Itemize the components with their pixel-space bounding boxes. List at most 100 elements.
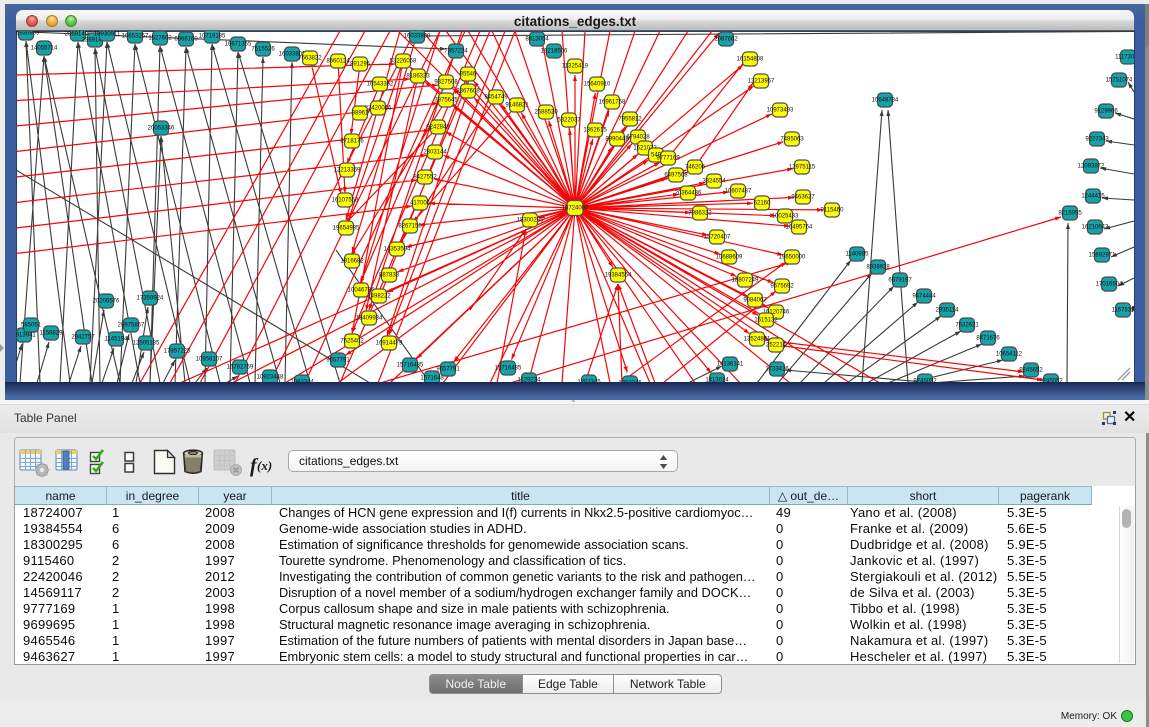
svg-text:6679197: 6679197 — [888, 278, 912, 284]
svg-text:9084067: 9084067 — [743, 298, 767, 304]
svg-text:2367608: 2367608 — [456, 89, 480, 95]
svg-text:2718176: 2718176 — [340, 139, 364, 145]
svg-text:9657791: 9657791 — [436, 367, 460, 373]
svg-text:7986322: 7986322 — [688, 211, 712, 217]
svg-text:1140995: 1140995 — [846, 252, 870, 258]
svg-text:1145194: 1145194 — [105, 337, 129, 343]
svg-text:8186323: 8186323 — [406, 74, 430, 80]
svg-text:20364436: 20364436 — [675, 191, 702, 197]
svg-text:1498222: 1498222 — [367, 294, 391, 300]
svg-text:7625402: 7625402 — [340, 339, 364, 345]
svg-text:7955812: 7955812 — [618, 117, 642, 123]
svg-text:18300295: 18300295 — [517, 218, 544, 224]
svg-text:1615132: 1615132 — [754, 318, 778, 324]
svg-text:1527602: 1527602 — [148, 36, 172, 42]
svg-text:891295: 891295 — [350, 62, 371, 68]
svg-text:9777169: 9777169 — [656, 156, 680, 162]
svg-text:16930909: 16930909 — [16, 31, 40, 37]
svg-text:8471676: 8471676 — [976, 336, 1000, 342]
svg-text:6966160: 6966160 — [174, 37, 198, 43]
svg-text:(x): (x) — [257, 458, 272, 473]
svg-text:7632621: 7632621 — [955, 323, 979, 329]
svg-text:8267150: 8267150 — [398, 224, 422, 230]
svg-text:62160: 62160 — [754, 201, 771, 207]
svg-text:15720407: 15720407 — [704, 235, 731, 241]
svg-text:16154808: 16154808 — [737, 57, 764, 63]
svg-text:1292345: 1292345 — [618, 381, 642, 383]
svg-text:7485063: 7485063 — [780, 137, 804, 143]
svg-text:14353594: 14353594 — [384, 247, 411, 253]
svg-text:12093872: 12093872 — [1078, 164, 1105, 170]
svg-text:6794028: 6794028 — [626, 135, 650, 141]
svg-text:887833: 887833 — [379, 273, 400, 279]
svg-text:10648784: 10648784 — [872, 98, 899, 104]
svg-text:22420046: 22420046 — [365, 106, 392, 112]
svg-text:9463627: 9463627 — [791, 195, 815, 201]
svg-text:12213967: 12213967 — [748, 79, 775, 85]
svg-text:10025433: 10025433 — [772, 214, 799, 220]
svg-text:2087662: 2087662 — [714, 37, 738, 43]
svg-text:1167539: 1167539 — [1112, 308, 1134, 314]
svg-text:12975115: 12975115 — [789, 165, 816, 171]
svg-text:746206: 746206 — [685, 165, 706, 171]
svg-text:2803144: 2803144 — [423, 150, 447, 156]
svg-text:16495764: 16495764 — [786, 225, 813, 231]
svg-text:9245652: 9245652 — [1019, 368, 1043, 374]
svg-text:10688609: 10688609 — [716, 255, 743, 261]
svg-text:417004: 417004 — [410, 201, 431, 207]
svg-text:1156829: 1156829 — [40, 331, 64, 337]
svg-text:16543362: 16543362 — [367, 82, 394, 88]
svg-text:16107553: 16107553 — [332, 198, 359, 204]
svg-text:19218506: 19218506 — [541, 49, 568, 55]
svg-text:19654985: 19654985 — [333, 226, 360, 232]
svg-text:20053346: 20053346 — [148, 126, 175, 132]
svg-text:10923448: 10923448 — [257, 375, 284, 381]
svg-text:8660124: 8660124 — [326, 59, 350, 65]
svg-text:16782759: 16782759 — [227, 365, 254, 371]
svg-text:1244415: 1244415 — [1081, 194, 1105, 200]
svg-text:9327508: 9327508 — [434, 80, 458, 86]
svg-text:5322037: 5322037 — [557, 118, 581, 124]
svg-text:11325419: 11325419 — [562, 64, 589, 70]
svg-text:9129966: 9129966 — [1094, 109, 1118, 115]
svg-text:252214: 252214 — [766, 343, 787, 349]
svg-text:16914479: 16914479 — [376, 341, 403, 347]
svg-text:7357224: 7357224 — [444, 49, 468, 55]
svg-text:20975867: 20975867 — [118, 323, 145, 329]
svg-text:17957225: 17957225 — [164, 349, 191, 355]
svg-text:6497568: 6497568 — [664, 173, 688, 179]
svg-text:15716485: 15716485 — [397, 363, 424, 369]
svg-text:1362615: 1362615 — [583, 128, 607, 134]
svg-text:8427552: 8427552 — [413, 175, 437, 181]
svg-text:19384554: 19384554 — [605, 273, 632, 279]
svg-text:9474444: 9474444 — [912, 294, 936, 300]
svg-text:1571648: 1571648 — [420, 376, 444, 382]
svg-text:9227343: 9227343 — [1085, 137, 1109, 143]
svg-text:15751074: 15751074 — [1106, 78, 1133, 84]
svg-text:9245052: 9245052 — [1039, 379, 1063, 383]
svg-text:3824554: 3824554 — [702, 179, 726, 185]
svg-text:8938928: 8938928 — [866, 265, 890, 271]
svg-text:9146821: 9146821 — [505, 103, 529, 109]
svg-text:19650000: 19650000 — [779, 255, 806, 261]
svg-text:9115460: 9115460 — [821, 208, 845, 214]
svg-text:15692971: 15692971 — [1089, 253, 1116, 259]
svg-text:18724007: 18724007 — [562, 206, 589, 212]
svg-text:1413614: 1413614 — [705, 378, 729, 383]
svg-text:10607487: 10607487 — [725, 189, 752, 195]
svg-text:8813054: 8813054 — [525, 37, 549, 43]
svg-text:16033809: 16033809 — [404, 34, 431, 40]
svg-text:10973493: 10973493 — [767, 108, 794, 114]
svg-text:17016504: 17016504 — [1096, 282, 1123, 288]
svg-text:1092344: 1092344 — [290, 380, 314, 383]
svg-text:2935114: 2935114 — [936, 308, 960, 314]
svg-text:2942757: 2942757 — [71, 335, 95, 341]
svg-text:15716485: 15716485 — [495, 366, 522, 372]
svg-text:3875645: 3875645 — [434, 98, 458, 104]
svg-text:8454749: 8454749 — [484, 95, 508, 101]
svg-text:95546: 95546 — [460, 72, 477, 78]
svg-text:7515526: 7515526 — [251, 47, 275, 53]
svg-text:16961758: 16961758 — [599, 100, 626, 106]
svg-text:1916682: 1916682 — [340, 259, 364, 265]
svg-text:10719185: 10719185 — [199, 34, 226, 40]
